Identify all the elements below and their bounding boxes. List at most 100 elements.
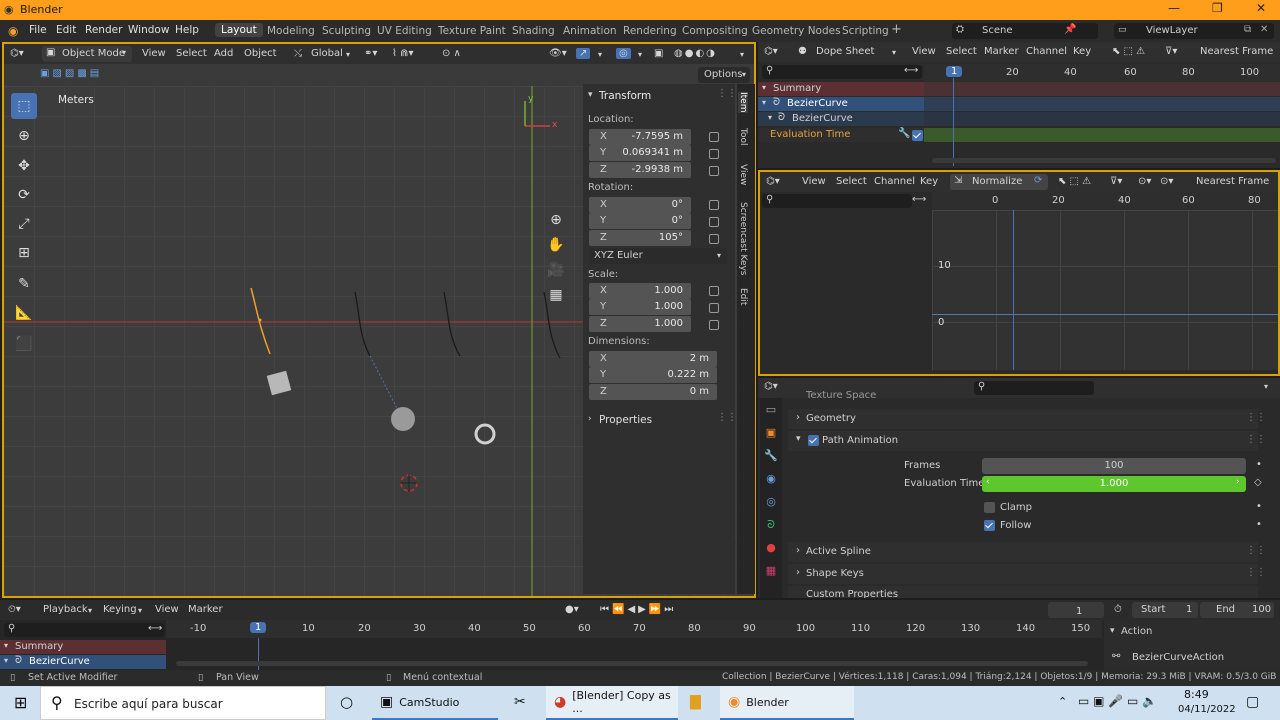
viewport-menu-view[interactable]: View bbox=[142, 48, 166, 59]
taskbar-app-chrome[interactable]: ◕ [Blender] Copy as ... bbox=[546, 686, 678, 720]
viewport-menu-add[interactable]: Add bbox=[214, 48, 233, 59]
properties-chevron-down-icon[interactable]: ▾ bbox=[1264, 382, 1268, 391]
gizmo-toggle-icon[interactable]: ↗ bbox=[576, 48, 591, 59]
rotation-y-field[interactable]: Y 0° bbox=[589, 213, 691, 229]
menu-render[interactable]: Render bbox=[85, 24, 122, 36]
swap-arrows-icon[interactable]: ⟷ bbox=[912, 194, 926, 205]
editor-type-icon[interactable]: ⌬▾ bbox=[764, 381, 778, 392]
lock-icon[interactable] bbox=[709, 200, 719, 210]
viewlayer-selector[interactable]: ▭ ViewLayer ⧉ ✕ bbox=[1114, 23, 1274, 39]
custom-properties-panel-header[interactable]: Custom Properties bbox=[788, 586, 1258, 598]
properties-editor[interactable]: ⌬▾ ⚲ ▾ ▭ ▣ 🔧 ◉ ◎ ᘐ ● ▦ Texture Space › G… bbox=[758, 378, 1280, 598]
mode-selector[interactable]: ▣ Object Mode ▾ bbox=[42, 46, 132, 62]
lock-icon[interactable] bbox=[709, 149, 719, 159]
dopesheet-menu-marker[interactable]: Marker bbox=[984, 46, 1019, 57]
tab-geometry-nodes[interactable]: Geometry Nodes bbox=[752, 25, 841, 37]
rotation-z-field[interactable]: Z 105° bbox=[589, 230, 691, 246]
channel-row-data[interactable]: ▾ ᘐ BezierCurve bbox=[758, 112, 924, 126]
filter-icon[interactable]: ⊽▾ bbox=[1165, 46, 1177, 57]
channel-row-summary[interactable]: ▾ Summary bbox=[758, 82, 924, 96]
tab-sculpting[interactable]: Sculpting bbox=[322, 25, 371, 37]
timeline-scrollbar[interactable] bbox=[176, 661, 1088, 666]
blender-menu-icon[interactable]: ◉ bbox=[8, 24, 18, 38]
taskbar-app-blender[interactable]: ◉ Blender bbox=[720, 686, 854, 720]
overlay-toggle-icon[interactable]: ◎ bbox=[616, 48, 631, 59]
animate-dot-icon[interactable]: • bbox=[1256, 501, 1262, 512]
tab-screencast-keys[interactable]: Screencast Keys bbox=[738, 202, 748, 276]
frames-field[interactable]: 100 bbox=[982, 458, 1246, 474]
add-workspace-icon[interactable]: + bbox=[891, 22, 902, 37]
timeline-ruler[interactable]: -10 1 10 20 30 40 50 60 70 80 90 100 110… bbox=[166, 620, 1102, 638]
drag-handle-icon[interactable]: ⋮⋮ bbox=[717, 88, 737, 99]
annotate-tool-icon[interactable]: ✎ bbox=[11, 271, 37, 297]
graph-menu-select[interactable]: Select bbox=[836, 176, 867, 187]
tray-chevron-up-icon[interactable]: ⌃ bbox=[1058, 695, 1067, 708]
clock-icon[interactable]: ⏱ bbox=[1114, 604, 1122, 615]
zoom-icon[interactable]: ⊕ bbox=[544, 208, 568, 233]
editor-type-icon[interactable]: ⌬▾ bbox=[766, 176, 780, 187]
record-icon[interactable]: ●▾ bbox=[565, 604, 579, 615]
dopesheet-chevron-down-icon[interactable]: ▾ bbox=[892, 48, 896, 57]
graph-canvas[interactable]: 10 0 bbox=[932, 210, 1278, 370]
path-animation-checkbox[interactable] bbox=[808, 435, 819, 446]
channel-row-fcurve[interactable]: Evaluation Time 🔧 bbox=[758, 128, 924, 142]
filter-icon[interactable]: ⊽▾ bbox=[1110, 176, 1122, 187]
tab-item[interactable]: Item bbox=[738, 92, 748, 113]
gizmo-x-label[interactable]: x bbox=[552, 120, 557, 130]
tab-shading[interactable]: Shading bbox=[512, 25, 555, 37]
timeline-channel-object[interactable]: ▾ ᘐ BezierCurve bbox=[0, 655, 166, 669]
channel-search-input[interactable]: ⚲ bbox=[762, 65, 922, 79]
dopesheet-menu-select[interactable]: Select bbox=[946, 46, 977, 57]
location-x-field[interactable]: X -7.7595 m bbox=[589, 129, 691, 145]
taskbar-app-camstudio[interactable]: ▣ CamStudio bbox=[372, 686, 498, 720]
timeline-menu-playback[interactable]: Playback bbox=[43, 604, 88, 615]
move-tool-icon[interactable]: ✥ bbox=[11, 153, 37, 179]
tray-icons[interactable]: ▭ ▣ 🎤 ▭ 🔈 bbox=[1078, 694, 1157, 708]
graph-editor[interactable]: ⌬▾ View Select Channel Key ⇲ Normalize ⟳… bbox=[758, 170, 1280, 376]
cursor-tool-icon[interactable]: ⊕ bbox=[11, 123, 37, 149]
scale-y-field[interactable]: Y 1.000 bbox=[589, 299, 691, 315]
select-filter-icons[interactable]: ⬉ ⬚ ⚠ bbox=[1112, 46, 1145, 57]
lock-icon[interactable] bbox=[709, 286, 719, 296]
viewport-menu-object[interactable]: Object bbox=[244, 48, 277, 59]
transform-chevron-down-icon[interactable]: ▾ bbox=[588, 90, 593, 100]
end-frame-field[interactable]: End 100 bbox=[1200, 602, 1274, 618]
tab-tool[interactable]: Tool bbox=[738, 128, 748, 145]
copy-viewlayer-icon[interactable]: ⧉ bbox=[1244, 24, 1251, 35]
taskbar-search-box[interactable]: ⚲ Escribe aquí para buscar bbox=[40, 686, 326, 720]
file-explorer-icon[interactable]: ▇ bbox=[690, 694, 701, 710]
channel-row-object[interactable]: ▾ ᘐ BezierCurve bbox=[758, 97, 924, 111]
menu-file[interactable]: File bbox=[29, 24, 47, 36]
tab-texture-paint[interactable]: Texture Paint bbox=[438, 25, 506, 37]
snap-label[interactable]: Nearest Frame bbox=[1200, 46, 1273, 57]
dopesheet-ruler[interactable]: 1 20 40 60 80 100 bbox=[924, 64, 1280, 82]
current-frame-badge[interactable]: 1 bbox=[946, 66, 963, 77]
visibility-icon[interactable]: 👁▾ bbox=[549, 48, 567, 59]
tab-animation[interactable]: Animation bbox=[563, 25, 617, 37]
graph-menu-view[interactable]: View bbox=[802, 176, 826, 187]
dopesheet-menu-view[interactable]: View bbox=[912, 46, 936, 57]
transform-tool-icon[interactable]: ⊞ bbox=[11, 240, 37, 266]
viewport-menu-select[interactable]: Select bbox=[176, 48, 207, 59]
orientation-label[interactable]: Global bbox=[311, 48, 343, 59]
tab-layout[interactable]: Layout bbox=[215, 23, 263, 37]
evaluation-time-field[interactable]: ‹ 1.000 › bbox=[982, 476, 1246, 492]
playback-controls-icon[interactable]: ⏮⏪◀▶⏩⏭ bbox=[600, 604, 676, 615]
properties-chevron-right-icon[interactable]: › bbox=[588, 414, 592, 424]
minimize-button[interactable]: — bbox=[1168, 1, 1180, 15]
close-viewlayer-icon[interactable]: ✕ bbox=[1260, 24, 1268, 35]
pan-hand-icon[interactable]: ✋ bbox=[544, 233, 568, 258]
editor-type-icon[interactable]: ⌬▾ bbox=[10, 48, 24, 59]
timeline-editor[interactable]: ⏲▾ Playback ▾ Keying ▾ View Marker ●▾ ⏮⏪… bbox=[0, 600, 1280, 670]
rotate-tool-icon[interactable]: ⟳ bbox=[11, 182, 37, 208]
lock-icon[interactable] bbox=[709, 234, 719, 244]
clamp-checkbox[interactable] bbox=[984, 502, 995, 513]
tab-edit[interactable]: Edit bbox=[738, 288, 748, 305]
texture-space-partial[interactable]: Texture Space bbox=[806, 390, 876, 401]
swap-arrows-icon[interactable]: ⟷ bbox=[904, 65, 918, 76]
graph-menu-key[interactable]: Key bbox=[920, 176, 938, 187]
location-y-field[interactable]: Y 0.069341 m bbox=[589, 145, 691, 161]
snap-label[interactable]: Nearest Frame bbox=[1196, 176, 1269, 187]
snap-icon[interactable]: ⌇ ⋒▾ bbox=[392, 48, 413, 59]
timeline-menu-marker[interactable]: Marker bbox=[188, 604, 223, 615]
